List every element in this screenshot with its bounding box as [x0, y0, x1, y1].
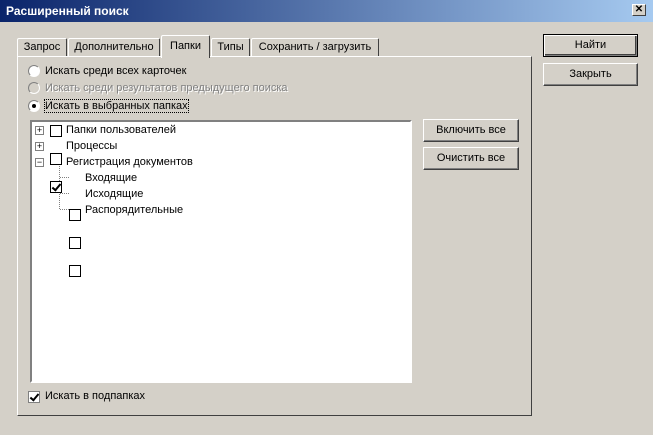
tree-item-checkbox[interactable]	[50, 181, 62, 193]
close-dialog-button[interactable]: Закрыть	[543, 63, 638, 86]
expand-icon[interactable]: +	[35, 142, 44, 151]
tree-connector	[60, 177, 69, 178]
radio-previous-results-label: Искать среди результатов предыдущего пои…	[45, 82, 288, 94]
tab-query[interactable]: Запрос	[17, 38, 67, 57]
tree-item-checkbox[interactable]	[69, 237, 81, 249]
radio-all-cards-label: Искать среди всех карточек	[45, 65, 187, 77]
tab-types[interactable]: Типы	[211, 38, 250, 57]
tab-save-load[interactable]: Сохранить / загрузить	[251, 38, 379, 57]
tree-item-checkbox[interactable]	[69, 209, 81, 221]
tree-connector	[60, 209, 69, 210]
tree-item-checkbox[interactable]	[50, 125, 62, 137]
tree-item-label[interactable]: Входящие	[85, 172, 137, 184]
window-title: Расширенный поиск	[6, 4, 129, 18]
tree-item-label[interactable]: Исходящие	[85, 188, 143, 200]
tree-item-label[interactable]: Регистрация документов	[66, 156, 193, 168]
subfolders-checkbox[interactable]	[28, 391, 40, 403]
radio-selected-folders[interactable]: Искать в выбранных папках	[28, 99, 189, 113]
radio-previous-results: Искать среди результатов предыдущего пои…	[28, 82, 288, 94]
close-icon: ✕	[634, 4, 644, 15]
select-all-button[interactable]: Включить все	[423, 119, 519, 142]
tab-folders[interactable]: Папки	[161, 35, 210, 58]
folder-tree[interactable]: + Папки пользователей + Процессы − Регис…	[30, 120, 412, 383]
tree-item-label[interactable]: Папки пользователей	[66, 124, 176, 136]
radio-all-cards[interactable]: Искать среди всех карточек	[28, 65, 186, 77]
expand-icon[interactable]: +	[35, 126, 44, 135]
tree-item-checkbox[interactable]	[69, 265, 81, 277]
subfolders-label: Искать в подпапках	[45, 390, 146, 402]
clear-all-button[interactable]: Очистить все	[423, 147, 519, 170]
tree-item-label[interactable]: Распорядительные	[85, 204, 183, 216]
close-button[interactable]: ✕	[632, 4, 646, 16]
radio-indicator	[28, 82, 40, 94]
tree-connector	[60, 193, 69, 194]
radio-indicator[interactable]	[28, 65, 40, 77]
radio-selected-folders-label: Искать в выбранных папках	[44, 99, 189, 113]
collapse-icon[interactable]: −	[35, 158, 44, 167]
tree-item-checkbox[interactable]	[50, 153, 62, 165]
find-button[interactable]: Найти	[543, 34, 638, 57]
tree-item-label[interactable]: Процессы	[66, 140, 117, 152]
tab-additional[interactable]: Дополнительно	[68, 38, 160, 57]
radio-indicator[interactable]	[28, 100, 40, 112]
